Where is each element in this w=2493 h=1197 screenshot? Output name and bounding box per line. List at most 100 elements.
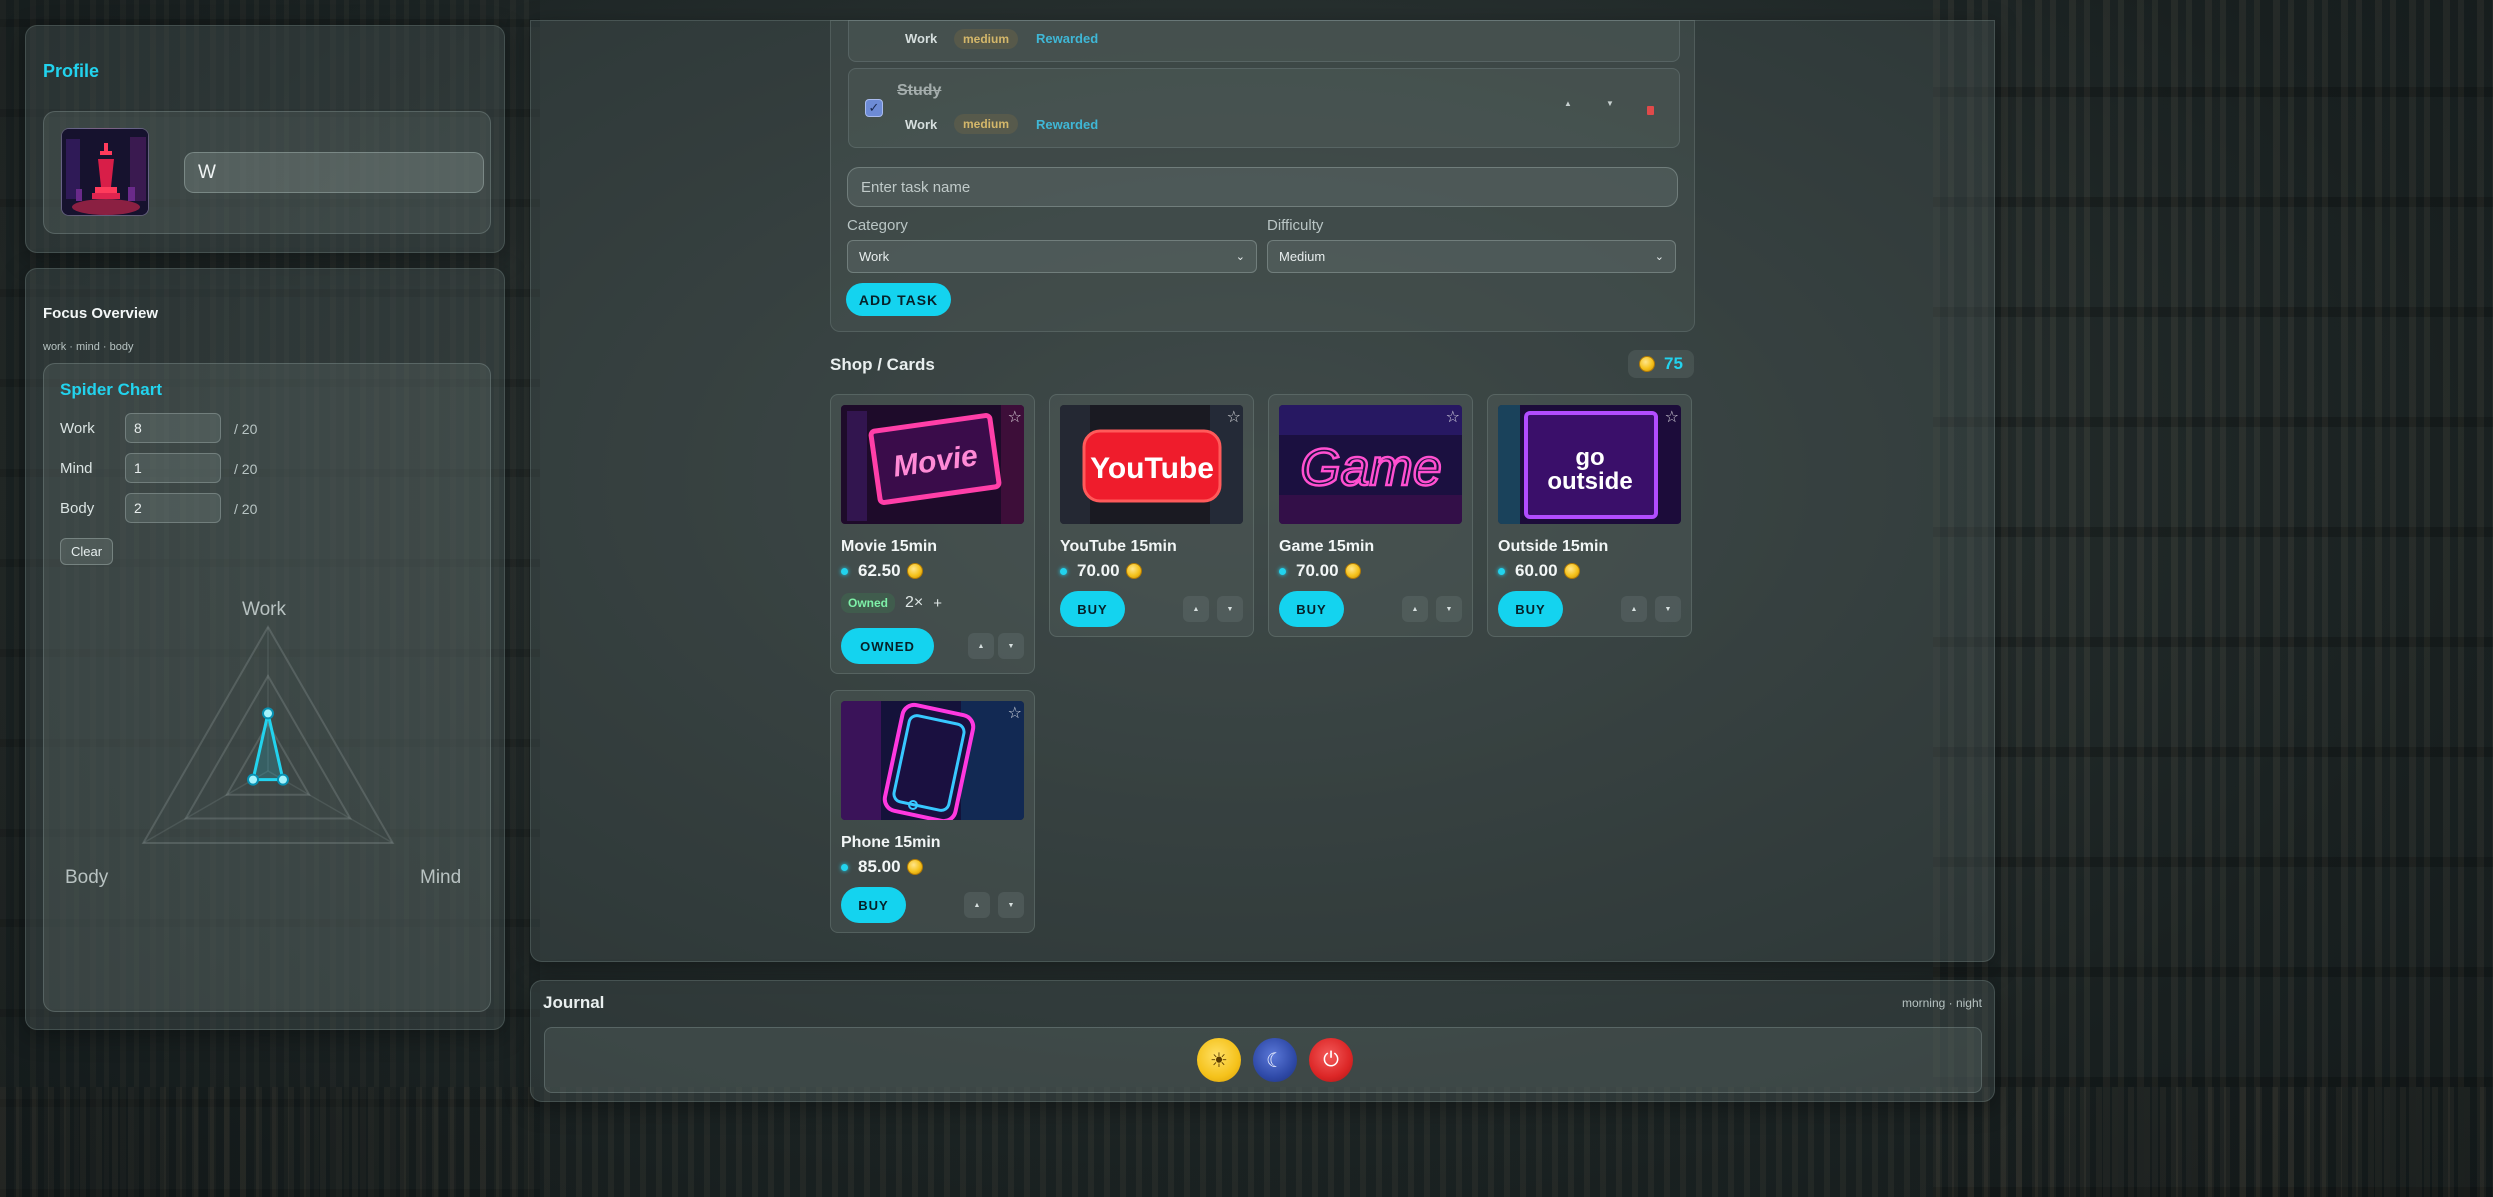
power-icon: ⏻ [1323,1048,1339,1071]
chevron-down-icon: ⌄ [1654,251,1664,263]
task-name: Study [897,82,942,99]
qty-up-button[interactable]: ▲ [1621,596,1647,622]
qty-down-button[interactable]: ▼ [998,892,1024,918]
qty-up-button[interactable]: ▲ [964,892,990,918]
shop-title: Shop / Cards [830,355,935,374]
youtube-card-image: YouTube [1060,405,1243,524]
shop-card-outside: go outside ☆ Outside 15min 60.00 BUY ▲ ▼ [1487,394,1692,637]
outside-neon-text-line1: go [1575,444,1604,471]
favorite-star-icon[interactable]: ☆ [1446,407,1460,427]
focus-overview-panel: Focus Overview work · mind · body Spider… [25,268,505,1030]
focus-overview-subtitle: work · mind · body [43,341,134,353]
owned-info: Owned 2× + [841,593,942,613]
favorite-star-icon[interactable]: ☆ [1008,703,1022,723]
moon-icon: ☾ [1266,1049,1284,1072]
difficulty-select[interactable]: Medium ⌄ [1267,240,1676,273]
task-row: ✓ Study Work medium Rewarded ▲ ▼ [848,68,1680,148]
card-title: YouTube 15min [1060,538,1177,555]
morning-journal-button[interactable]: ☀ [1197,1038,1241,1082]
phone-neon-icon [841,701,1024,820]
chess-king-avatar-icon [62,129,148,215]
category-select[interactable]: Work ⌄ [847,240,1257,273]
shop-card-game: Game ☆ Game 15min 70.00 BUY ▲ ▼ [1268,394,1473,637]
coin-balance: 75 [1628,350,1694,378]
focus-overview-title: Focus Overview [43,305,159,322]
phone-card-image [841,701,1024,820]
buy-button[interactable]: BUY [1060,591,1125,627]
task-checkbox[interactable]: ✓ [865,99,883,117]
qty-up-button[interactable]: ▲ [1183,596,1209,622]
game-neon-icon: Game [1279,405,1462,524]
coin-icon [1639,356,1656,372]
add-task-button[interactable]: ADD TASK [846,283,951,316]
coin-icon [1344,563,1361,579]
chevron-down-icon: ⌄ [1235,251,1245,263]
shop-card-phone: ☆ Phone 15min 85.00 BUY ▲ ▼ [830,690,1035,933]
background-shelves-right [1933,0,2493,1197]
price-value: 60.00 [1515,561,1558,580]
profile-name-input[interactable] [184,152,484,193]
favorite-star-icon[interactable]: ☆ [1665,407,1679,427]
buy-button[interactable]: BUY [1498,591,1563,627]
task-move-down-button[interactable]: ▼ [1606,99,1614,108]
coin-balance-value: 75 [1664,354,1683,373]
coin-icon [1125,563,1142,579]
gem-icon [1060,567,1067,575]
owned-count: 2× [905,594,924,611]
radar-point-work [262,707,274,720]
card-price: 85.00 [841,857,923,877]
radar-chart [141,625,395,844]
qty-down-button[interactable]: ▼ [1436,596,1462,622]
qty-up-button[interactable]: ▲ [968,633,994,659]
profile-panel: Profile [25,25,505,253]
buy-button[interactable]: BUY [1279,591,1344,627]
task-move-up-button[interactable]: ▲ [1564,99,1572,108]
spider-chart-card: Spider Chart Work / 20 Mind / 20 Body / … [43,363,491,1012]
task-name-input[interactable] [847,167,1678,207]
owned-badge: Owned [841,593,896,613]
radar-point-mind [276,773,289,786]
avatar[interactable] [61,128,149,216]
task-status: Rewarded [1036,117,1099,132]
gem-icon [1498,567,1505,575]
profile-card [43,111,491,234]
youtube-neon-icon: YouTube [1060,405,1243,524]
task-difficulty: medium [954,29,1019,49]
trash-icon[interactable] [1647,106,1654,115]
task-category: Work [905,117,938,132]
game-neon-text: Game [1300,439,1442,497]
qty-up-button[interactable]: ▲ [1402,596,1428,622]
buy-button[interactable]: BUY [841,887,906,923]
difficulty-label: Difficulty [1267,217,1324,234]
favorite-star-icon[interactable]: ☆ [1227,407,1241,427]
task-category: Work [905,31,938,46]
shop-card-movie: Movie ☆ Movie 15min 62.50 Owned 2× + OWN… [830,394,1035,674]
journal-subtitle: morning · night [1901,996,1982,1010]
gem-icon [841,863,848,871]
sun-icon: ☀ [1210,1049,1228,1072]
price-value: 70.00 [1077,561,1120,580]
coin-icon [906,859,923,875]
background-shelves-bottom [0,1087,2493,1197]
task-row: Work medium Rewarded [848,20,1680,62]
task-difficulty: medium [954,114,1019,134]
outside-neon-icon: go outside [1498,405,1681,524]
reset-journal-button[interactable]: ⏻ [1309,1038,1353,1082]
journal-title: Journal [543,993,605,1012]
owned-button[interactable]: OWNED [841,628,934,664]
qty-down-button[interactable]: ▼ [998,633,1024,659]
price-value: 62.50 [858,561,901,580]
outside-neon-text-line2: outside [1547,468,1632,495]
night-journal-button[interactable]: ☾ [1253,1038,1297,1082]
journal-actions: ☀ ☾ ⏻ [544,1027,1982,1093]
favorite-star-icon[interactable]: ☆ [1008,407,1022,427]
youtube-neon-text: YouTube [1090,452,1214,485]
task-status: Rewarded [1036,31,1099,46]
qty-down-button[interactable]: ▼ [1217,596,1243,622]
card-price: 70.00 [1279,561,1361,581]
qty-down-button[interactable]: ▼ [1655,596,1681,622]
card-price: 62.50 [841,561,923,581]
add-owned-button[interactable]: + [933,595,942,612]
gem-icon [1279,567,1286,575]
coin-icon [1563,563,1580,579]
